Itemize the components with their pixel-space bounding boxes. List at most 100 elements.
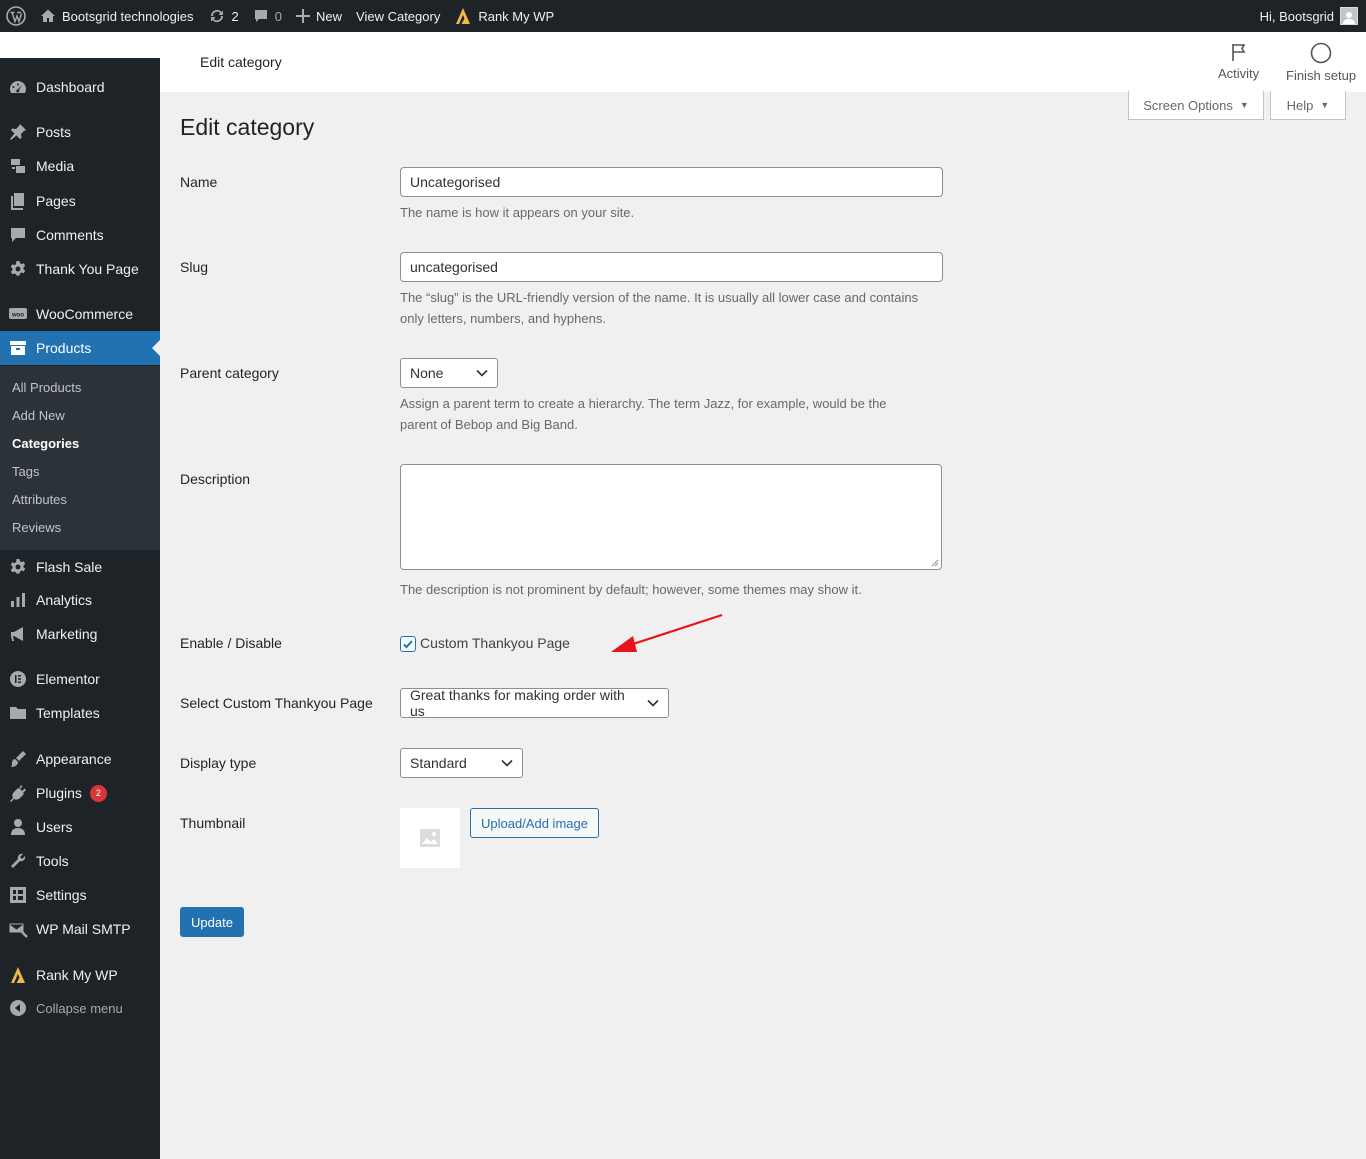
update-label: Update [191, 914, 233, 930]
menu-label: Pages [36, 193, 76, 209]
rank-icon [454, 7, 472, 25]
menu-item-woocommerce[interactable]: woo WooCommerce [0, 297, 160, 331]
chevron-down-icon [647, 699, 659, 707]
elementor-icon [0, 670, 36, 688]
menu-label: Posts [36, 124, 72, 140]
header-title: Edit category [200, 54, 282, 70]
menu-item-tools[interactable]: Tools [0, 844, 160, 878]
menu-item-appearance[interactable]: Appearance [0, 742, 160, 776]
slug-label: Slug [180, 259, 209, 275]
annotation-arrow-icon [611, 613, 723, 652]
my-account-menu[interactable]: Hi, Bootsgrid [1260, 0, 1358, 32]
plus-icon [296, 9, 310, 23]
description-label: Description [180, 471, 251, 487]
menu-label: Products [36, 340, 92, 356]
screen-options-button[interactable]: Screen Options ▼ [1128, 91, 1264, 120]
flag-icon [1231, 44, 1245, 61]
menu-item-rank-my-wp[interactable]: Rank My WP [0, 958, 160, 992]
submenu-attributes[interactable]: Attributes [12, 492, 67, 507]
site-name-menu[interactable]: Bootsgrid technologies [33, 0, 201, 32]
menu-item-posts[interactable]: Posts [0, 115, 160, 149]
menu-item-wp-mail-smtp[interactable]: WP Mail SMTP [0, 912, 160, 946]
menu-item-thank-you-page[interactable]: Thank You Page [0, 252, 160, 286]
menu-item-dashboard[interactable]: Dashboard [0, 70, 160, 104]
parent-category-description: Assign a parent term to create a hierarc… [400, 396, 887, 432]
megaphone-icon [0, 625, 36, 643]
page-title: Edit category [180, 114, 315, 140]
menu-label: Flash Sale [36, 559, 103, 575]
thumbnail-preview [400, 808, 460, 868]
submenu-add-new[interactable]: Add New [12, 408, 65, 423]
slug-description: The “slug” is the URL-friendly version o… [400, 290, 919, 326]
display-type-value: Standard [410, 755, 467, 771]
menu-label: Media [36, 158, 75, 174]
view-category-link[interactable]: View Category [349, 0, 447, 32]
menu-item-flash-sale[interactable]: Flash Sale [0, 550, 160, 584]
finish-setup-button[interactable]: Finish setup [1286, 42, 1356, 83]
submenu-categories[interactable]: Categories [12, 436, 79, 451]
finish-setup-label: Finish setup [1286, 68, 1357, 83]
upload-image-label: Upload/Add image [481, 815, 588, 831]
user-icon [0, 818, 36, 836]
plugins-update-badge: 2 [89, 784, 107, 802]
menu-item-templates[interactable]: Templates [0, 696, 160, 730]
update-button[interactable]: Update [180, 907, 244, 937]
upload-image-button[interactable]: Upload/Add image [470, 808, 599, 838]
custom-thankyou-checkbox-label[interactable]: Custom Thankyou Page [420, 635, 570, 651]
collapse-label: Collapse menu [36, 1000, 123, 1016]
parent-category-value: None [410, 365, 444, 381]
submenu-all-products[interactable]: All Products [12, 380, 81, 395]
new-label: New [316, 8, 343, 24]
menu-label: Rank My WP [36, 967, 118, 983]
checkmark-icon [403, 640, 413, 649]
folder-icon [0, 704, 36, 722]
menu-item-pages[interactable]: Pages [0, 184, 160, 218]
plug-icon [0, 784, 36, 802]
comment-icon [253, 8, 269, 24]
custom-thankyou-checkbox[interactable] [400, 636, 416, 652]
site-name: Bootsgrid technologies [62, 8, 194, 24]
settings-icon [0, 886, 36, 904]
new-content-menu[interactable]: New [289, 0, 349, 32]
menu-item-products[interactable]: Products [0, 331, 160, 365]
name-input[interactable]: Uncategorised [400, 167, 943, 197]
menu-label: Templates [36, 705, 100, 721]
name-label: Name [180, 174, 218, 190]
slug-input[interactable]: uncategorised [400, 252, 943, 282]
activity-button[interactable]: Activity [1218, 42, 1259, 81]
pages-icon [0, 192, 36, 210]
view-category-label: View Category [356, 8, 441, 24]
comments-menu[interactable]: 0 [246, 0, 289, 32]
display-type-select[interactable]: Standard [400, 748, 523, 778]
submenu-reviews[interactable]: Reviews [12, 520, 61, 535]
rank-my-wp-menu[interactable]: Rank My WP [447, 0, 561, 32]
progress-circle-icon [1310, 42, 1332, 64]
menu-item-comments[interactable]: Comments [0, 218, 160, 252]
menu-label: Appearance [36, 751, 112, 767]
resize-grip-icon[interactable] [931, 559, 939, 567]
admin-sidebar: Dashboard Posts Media Pages Comments Tha… [0, 32, 160, 1159]
menu-item-analytics[interactable]: Analytics [0, 583, 160, 617]
menu-item-media[interactable]: Media [0, 149, 160, 183]
menu-item-users[interactable]: Users [0, 810, 160, 844]
menu-item-settings[interactable]: Settings [0, 878, 160, 912]
submenu-tags[interactable]: Tags [12, 464, 39, 479]
menu-item-elementor[interactable]: Elementor [0, 662, 160, 696]
wordpress-logo-menu[interactable] [0, 0, 33, 32]
menu-item-marketing[interactable]: Marketing [0, 617, 160, 651]
menu-item-plugins[interactable]: Plugins 2 [0, 776, 160, 810]
collapse-menu-button[interactable]: Collapse menu [0, 991, 160, 1025]
parent-category-select[interactable]: None [400, 358, 498, 388]
rank-icon [0, 966, 36, 984]
menu-label: Plugins [36, 785, 82, 801]
update-icon [208, 8, 226, 24]
woo-icon: woo [0, 306, 36, 322]
menu-label: Users [36, 819, 73, 835]
menu-label: Dashboard [36, 79, 105, 95]
select-thankyou-label: Select Custom Thankyou Page [180, 695, 373, 711]
thankyou-page-select[interactable]: Great thanks for making order with us [400, 687, 669, 719]
help-button[interactable]: Help ▼ [1270, 91, 1346, 120]
updates-menu[interactable]: 2 [201, 0, 246, 32]
description-textarea[interactable] [400, 464, 942, 570]
menu-label: Analytics [36, 592, 93, 608]
